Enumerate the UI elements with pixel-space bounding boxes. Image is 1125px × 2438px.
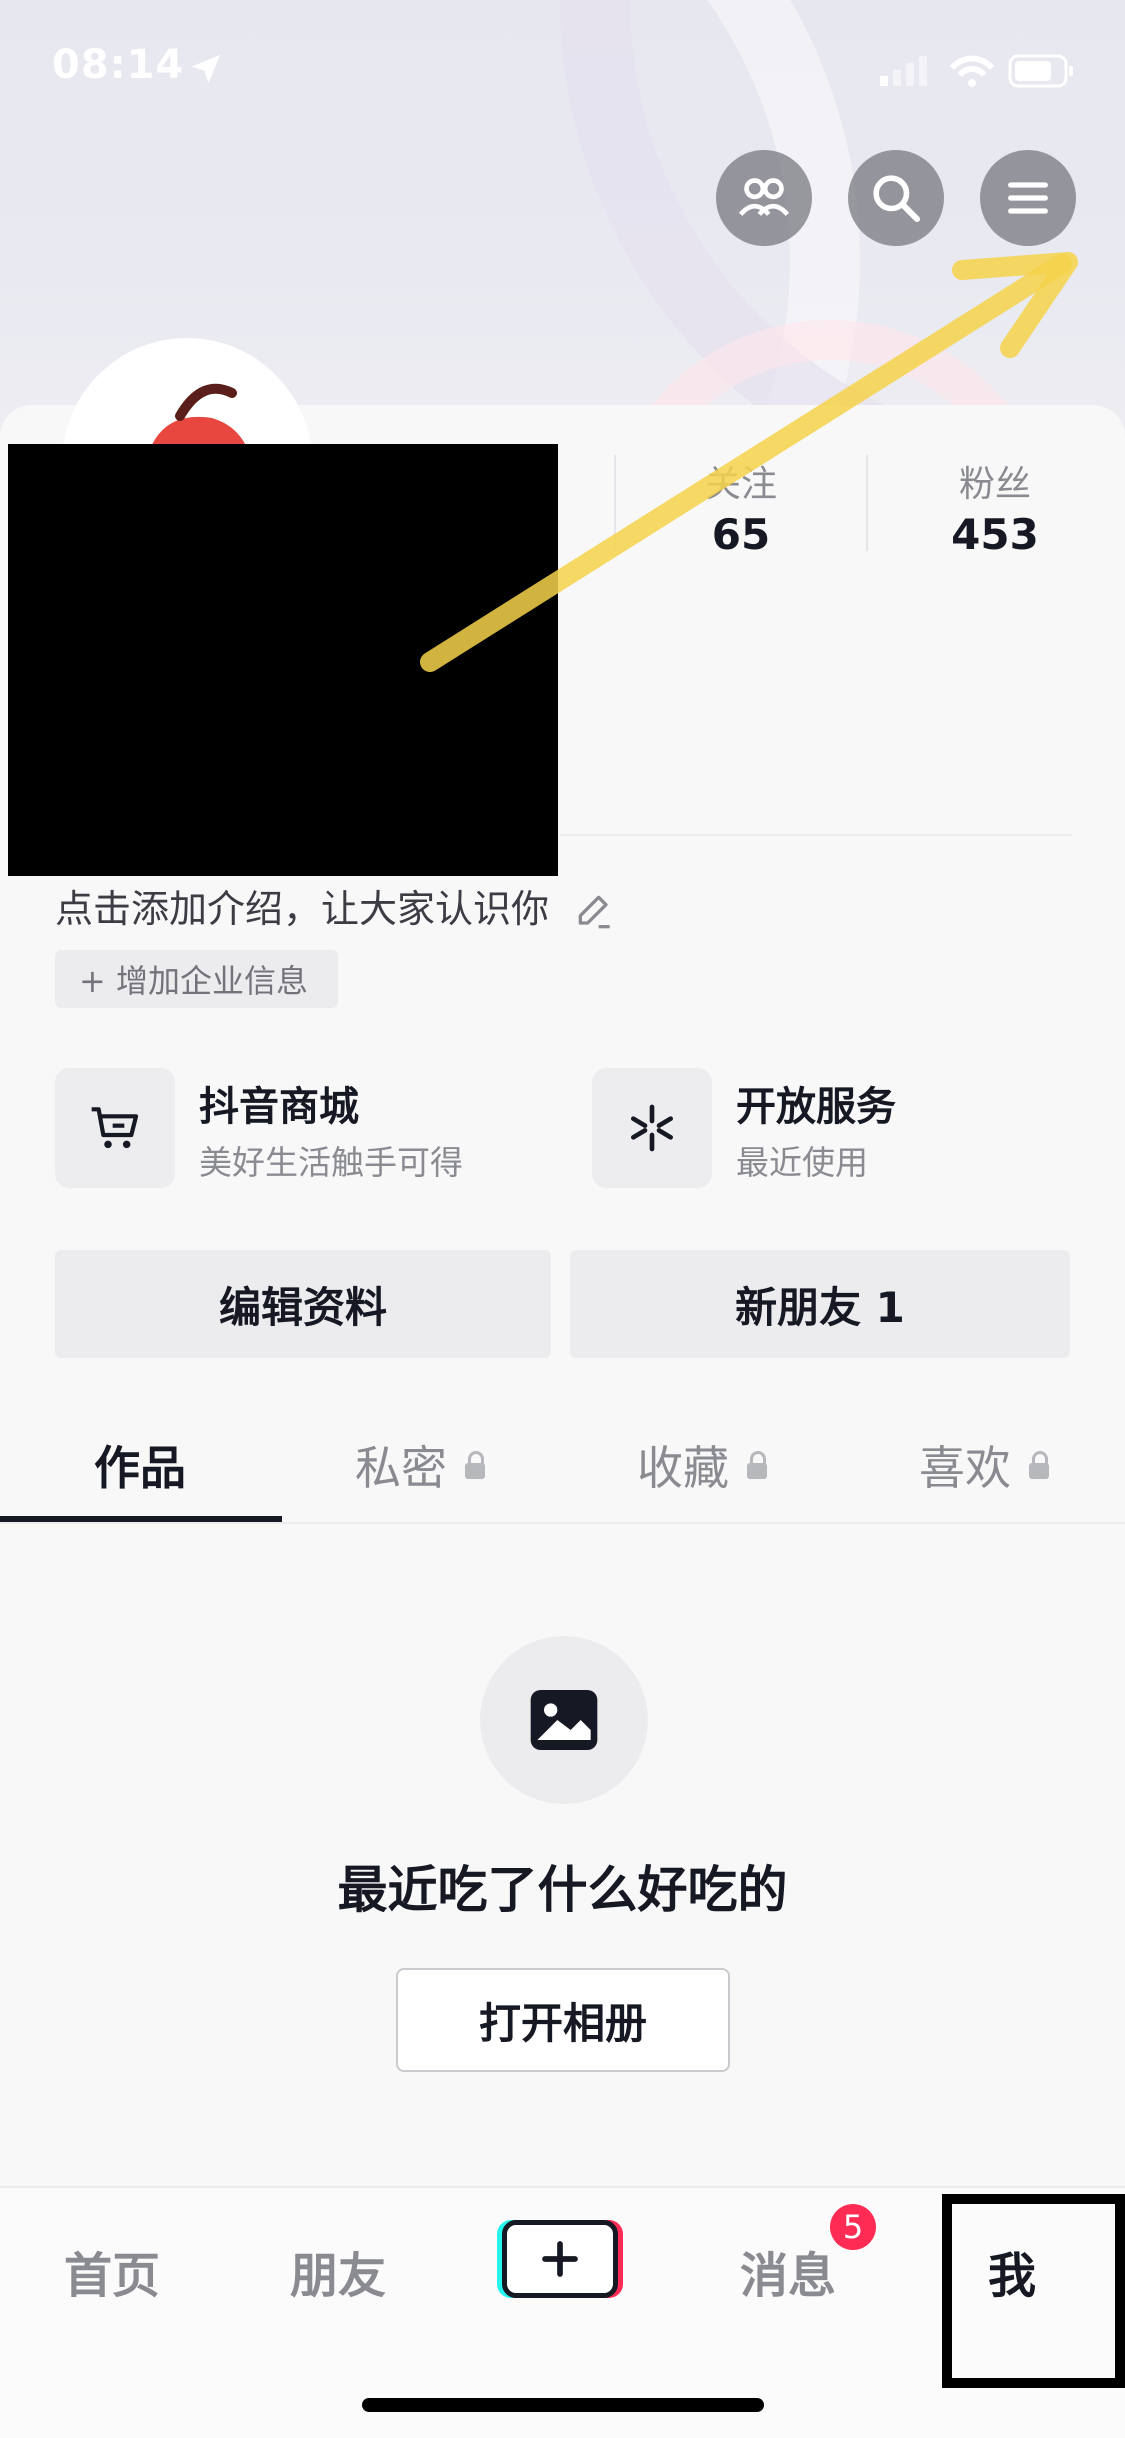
hamburger-menu-icon	[1008, 182, 1048, 214]
asterisk-icon	[631, 1104, 673, 1152]
redacted-region	[8, 444, 558, 876]
empty-state-text: 最近吃了什么好吃的	[337, 1861, 788, 1919]
stats-divider	[866, 455, 868, 551]
tab-divider	[0, 1522, 1125, 1524]
tab-favorites[interactable]: 收藏	[582, 1430, 822, 1500]
section-divider	[560, 834, 1072, 836]
nav-messages[interactable]: 消息	[740, 2236, 836, 2306]
home-indicator	[362, 2398, 764, 2412]
lock-icon	[465, 1451, 485, 1479]
lock-icon	[1029, 1451, 1049, 1479]
tab-label: 收藏	[637, 1441, 729, 1495]
tab-label: 喜欢	[919, 1441, 1011, 1495]
following-label[interactable]: 关注	[641, 455, 841, 507]
add-company-info-button[interactable]: + 增加企业信息	[55, 950, 338, 1008]
cart-icon-box	[55, 1068, 175, 1188]
bio-text: 点击添加介绍，让大家认识你	[55, 887, 550, 931]
mall-service-entry[interactable]: 抖音商城 美好生活触手可得	[55, 1068, 575, 1190]
new-friends-button[interactable]: 新朋友 1	[570, 1250, 1070, 1358]
followers-label[interactable]: 粉丝	[895, 455, 1095, 507]
edit-pencil-icon	[578, 895, 610, 928]
nav-home[interactable]: 首页	[64, 2236, 160, 2306]
open-services-title: 开放服务	[736, 1084, 896, 1130]
location-arrow-icon	[191, 54, 221, 84]
lock-icon	[747, 1451, 767, 1479]
search-button[interactable]	[848, 150, 944, 246]
tab-label: 作品	[94, 1441, 186, 1495]
mall-title: 抖音商城	[199, 1084, 359, 1130]
status-indicators	[880, 50, 1080, 90]
cart-icon	[91, 1107, 139, 1149]
bio-row[interactable]: 点击添加介绍，让大家认识你	[55, 878, 617, 934]
mall-subtitle: 美好生活触手可得	[199, 1143, 463, 1182]
open-services-entry[interactable]: 开放服务 最近使用	[592, 1068, 1072, 1190]
asterisk-icon-box	[592, 1068, 712, 1188]
open-services-subtitle: 最近使用	[736, 1143, 868, 1182]
open-album-button[interactable]: 打开相册	[396, 1968, 730, 2072]
tab-label: 私密	[355, 1441, 447, 1495]
status-time: 08:14	[52, 42, 185, 88]
people-icon	[738, 178, 790, 216]
nav-me[interactable]: 我	[988, 2236, 1036, 2306]
tab-likes[interactable]: 喜欢	[864, 1430, 1104, 1500]
tab-works[interactable]: 作品	[20, 1430, 260, 1500]
followers-count[interactable]: 453	[895, 510, 1095, 559]
image-icon	[530, 1690, 598, 1750]
following-count[interactable]: 65	[641, 510, 841, 559]
tab-private[interactable]: 私密	[300, 1430, 540, 1500]
friends-button[interactable]	[716, 150, 812, 246]
search-icon	[873, 175, 921, 223]
edit-profile-button[interactable]: 编辑资料	[55, 1250, 551, 1358]
messages-badge: 5	[830, 2204, 876, 2250]
menu-button[interactable]	[980, 150, 1076, 246]
empty-state-icon-circle	[480, 1636, 648, 1804]
create-post-button[interactable]	[502, 2220, 618, 2298]
signal-wifi-battery-icon	[880, 54, 1073, 88]
nav-friends[interactable]: 朋友	[290, 2236, 386, 2306]
plus-icon	[542, 2241, 578, 2277]
stats-divider	[614, 455, 616, 551]
